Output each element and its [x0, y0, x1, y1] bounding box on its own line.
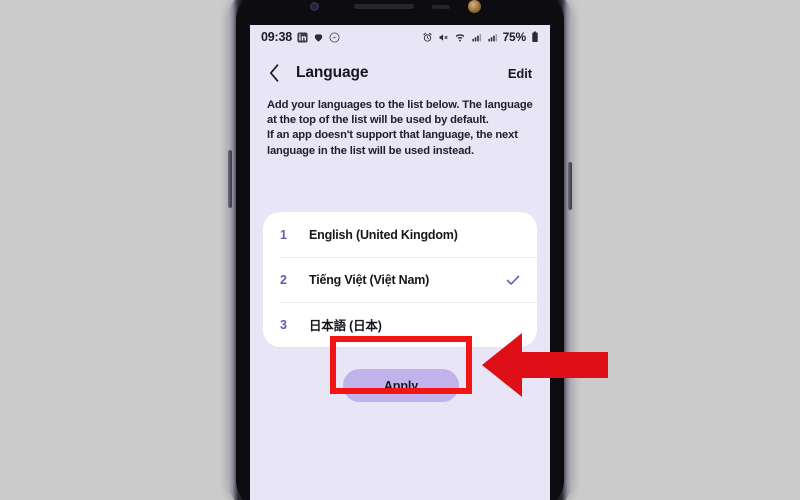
description-text: Add your languages to the list below. Th… [267, 98, 535, 159]
language-label: 日本語 (日本) [309, 319, 382, 333]
front-camera-icon [468, 0, 481, 13]
messenger-icon [329, 32, 340, 42]
page-title: Language [296, 64, 369, 81]
check-icon [506, 275, 520, 285]
earpiece-speaker-icon [354, 4, 414, 9]
signal-bars-icon [471, 33, 481, 41]
highlight-rectangle [330, 336, 472, 394]
language-index: 2 [280, 272, 287, 287]
language-label: Tiếng Việt (Việt Nam) [309, 272, 430, 287]
power-button[interactable] [568, 162, 572, 210]
description-line-2: at the top of the list will be used by d… [267, 114, 489, 127]
list-item[interactable]: 2 Tiếng Việt (Việt Nam) [263, 257, 537, 302]
description-line-1: Add your languages to the list below. Th… [267, 99, 533, 111]
battery-icon [532, 31, 538, 42]
signal-bars-icon [487, 33, 497, 41]
language-index: 1 [280, 227, 287, 242]
infrared-sensor-icon [432, 5, 450, 9]
chevron-left-icon[interactable] [266, 62, 282, 84]
language-index: 3 [280, 317, 287, 332]
list-item[interactable]: 1 English (United Kingdom) [263, 212, 537, 257]
status-bar: 09:38 75% [250, 25, 550, 49]
language-label: English (United Kingdom) [309, 227, 458, 242]
status-bar-left-group: 09:38 [261, 30, 340, 44]
mute-icon [439, 33, 448, 41]
language-list: 1 English (United Kingdom) 2 Tiếng Việt … [263, 212, 537, 347]
edit-button[interactable]: Edit [508, 66, 532, 81]
status-time: 09:38 [261, 30, 292, 44]
app-header: Language Edit [250, 55, 550, 91]
proximity-sensor-icon [310, 2, 319, 11]
description-line-3: If an app doesn't support that language,… [267, 129, 518, 142]
phone-screen: 09:38 75% Language Edit Add your languag… [250, 25, 550, 500]
heart-icon [314, 33, 323, 42]
volume-button[interactable] [228, 150, 232, 208]
description-line-4: language in the list will be used instea… [267, 144, 474, 157]
alarm-icon [422, 32, 432, 42]
screenshot-stage: 09:38 75% Language Edit Add your languag… [0, 0, 800, 500]
linkedin-icon [297, 31, 308, 43]
left-arrow-icon [482, 333, 608, 397]
battery-percent-label: 75% [502, 30, 527, 44]
wifi-icon [455, 33, 464, 41]
status-bar-right-group: 75% [422, 30, 539, 44]
